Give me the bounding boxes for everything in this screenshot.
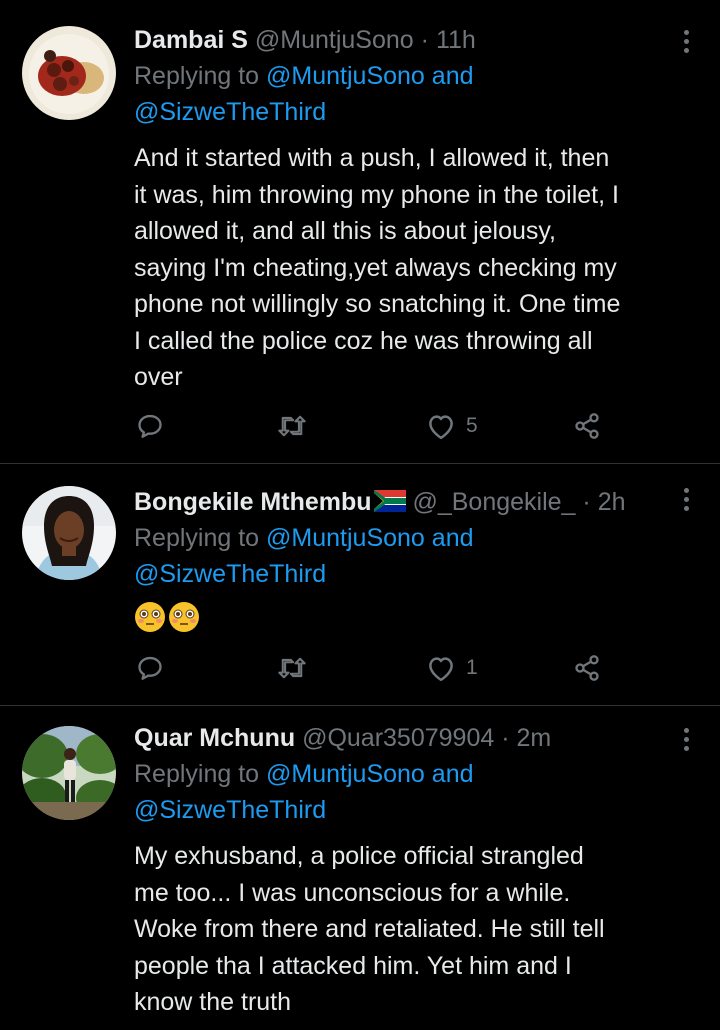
like-count: 1	[466, 656, 478, 679]
tweet-header: Bongekile Mthembu @_Bongekile_ · 2h	[134, 484, 700, 520]
tweet-content: Bongekile Mthembu @_Bongekile_ · 2h Repl…	[134, 484, 700, 645]
user-handle[interactable]: @MuntjuSono	[255, 26, 414, 54]
tweet-text-line: My exhusband, a police official strangle…	[134, 842, 584, 870]
reply-and: and	[431, 760, 474, 788]
tweet-text-line: saying I'm cheating,yet always checking …	[134, 253, 617, 282]
tweet-feed: Dambai S @MuntjuSono · 11h Replying to @…	[0, 0, 720, 1030]
tweet-text-line: it was, him throwing my phone in the toi…	[134, 180, 619, 209]
tweet-text-line: me too... I was unconscious for a while.	[134, 878, 571, 907]
tweet-time[interactable]: 2m	[516, 724, 551, 752]
reply-icon	[138, 414, 162, 438]
like-button[interactable]: 5	[426, 412, 478, 440]
retweet-icon	[278, 657, 306, 679]
reply-prefix: Replying to	[134, 524, 260, 552]
reply-icon	[138, 656, 162, 680]
tweet[interactable]: Bongekile Mthembu @_Bongekile_ · 2h Repl…	[0, 464, 720, 704]
tweet-time[interactable]: 2h	[598, 488, 626, 516]
tweet-header: Quar Mchunu @Quar35079904 · 2m	[134, 720, 700, 756]
tweet-text-line: phone not willingly so snatching it. One…	[134, 290, 621, 318]
separator-dot: ·	[420, 26, 429, 54]
user-handle[interactable]: @_Bongekile_	[412, 488, 575, 516]
tweet-content: Dambai S @MuntjuSono · 11h Replying to @…	[134, 22, 700, 396]
user-handle[interactable]: @Quar35079904	[302, 724, 494, 752]
food-plate-avatar	[22, 26, 116, 120]
heart-icon	[429, 415, 453, 440]
reply-and: and	[431, 62, 474, 90]
tweet-text: My exhusband, a police official strangle…	[134, 838, 700, 1021]
tweet-text-line: allowed it, and all this is about jelous…	[134, 217, 556, 245]
tweet-header: Dambai S @MuntjuSono · 11h	[134, 22, 700, 58]
separator-dot: ·	[501, 724, 510, 752]
tweet-actions: 1	[134, 654, 614, 686]
separator-dot: ·	[582, 488, 591, 516]
person-photo-avatar	[22, 486, 116, 580]
avatar[interactable]	[22, 486, 116, 580]
display-name[interactable]: Quar Mchunu	[134, 724, 295, 752]
south-africa-flag-icon	[373, 490, 406, 512]
tweet-text: And it started with a push, I allowed it…	[134, 140, 700, 396]
reply-prefix: Replying to	[134, 62, 260, 90]
mention-link[interactable]: @SizweTheThird	[134, 98, 326, 126]
mention-link[interactable]: @MuntjuSono	[266, 62, 425, 90]
replying-to: Replying to @MuntjuSono and @SizweTheThi…	[134, 520, 700, 592]
reply-prefix: Replying to	[134, 760, 260, 788]
tweet-time[interactable]: 11h	[436, 26, 476, 54]
tweet-actions: 5	[134, 412, 614, 444]
tweet-text-line: people tha I attacked him. Yet him and I	[134, 951, 572, 980]
mention-link[interactable]: @MuntjuSono	[266, 760, 425, 788]
display-name[interactable]: Dambai S	[134, 26, 248, 54]
retweet-button[interactable]	[277, 654, 307, 682]
like-button[interactable]: 1	[426, 654, 478, 682]
tweet-text-line: I called the police coz he was throwing …	[134, 326, 593, 355]
avatar[interactable]	[22, 726, 116, 820]
share-icon	[575, 413, 599, 439]
reply-button[interactable]	[136, 412, 164, 440]
flushed-face-emoji	[135, 602, 199, 632]
mention-link[interactable]: @MuntjuSono	[266, 524, 425, 552]
tweet[interactable]: Dambai S @MuntjuSono · 11h Replying to @…	[0, 0, 720, 462]
garden-person-avatar	[22, 726, 116, 820]
tweet-content: Quar Mchunu @Quar35079904 · 2m Replying …	[134, 720, 700, 1021]
tweet-text-line: Woke from there and retaliated. He still…	[134, 915, 605, 943]
tweet-text	[134, 600, 700, 645]
retweet-button[interactable]	[277, 412, 307, 440]
tweet-text-line: know the truth	[134, 988, 292, 1016]
share-button[interactable]	[572, 654, 602, 682]
avatar[interactable]	[22, 26, 116, 120]
share-button[interactable]	[572, 412, 602, 440]
reply-button[interactable]	[136, 654, 164, 682]
retweet-icon	[278, 415, 306, 437]
tweet-text-line: over	[134, 363, 183, 391]
tweet-text-line: And it started with a push, I allowed it…	[134, 144, 610, 172]
display-name[interactable]: Bongekile Mthembu	[134, 488, 372, 516]
replying-to: Replying to @MuntjuSono and @SizweTheThi…	[134, 58, 700, 130]
replying-to: Replying to @MuntjuSono and @SizweTheThi…	[134, 756, 700, 828]
mention-link[interactable]: @SizweTheThird	[134, 796, 326, 824]
mention-link[interactable]: @SizweTheThird	[134, 560, 326, 588]
reply-and: and	[431, 524, 474, 552]
tweet[interactable]: Quar Mchunu @Quar35079904 · 2m Replying …	[0, 706, 720, 1030]
like-count: 5	[466, 414, 478, 437]
heart-icon	[429, 657, 453, 682]
share-icon	[575, 655, 599, 681]
